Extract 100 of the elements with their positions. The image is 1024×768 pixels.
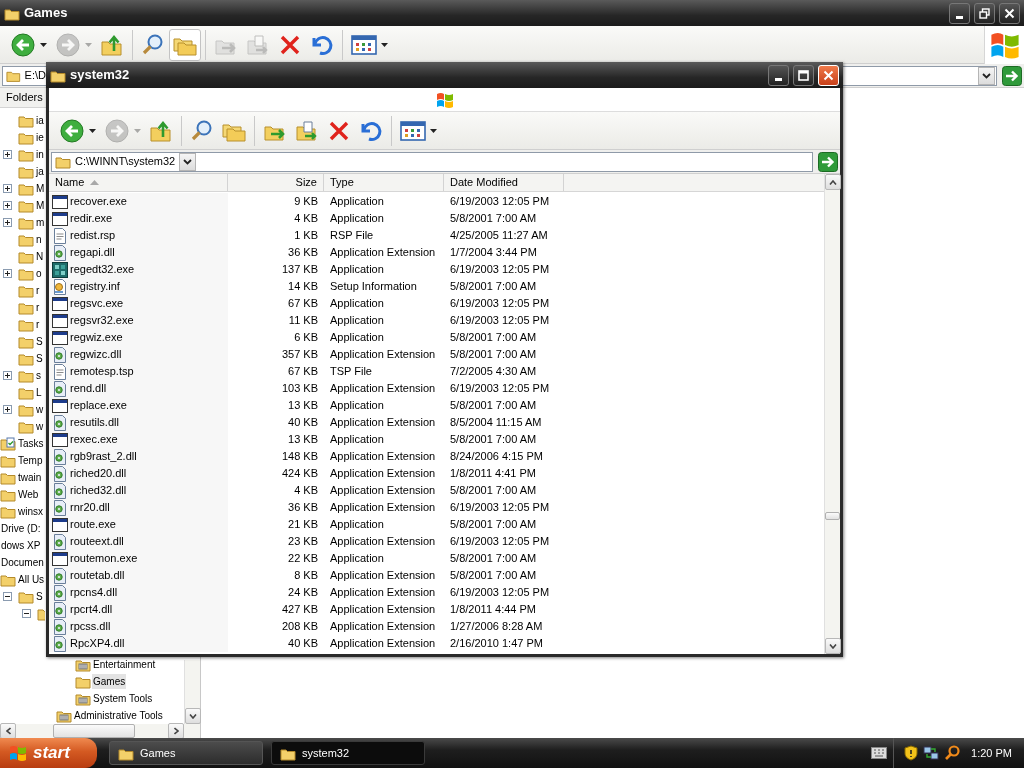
views-icon: [400, 119, 426, 142]
scroll-right-button[interactable]: [168, 723, 184, 739]
go-button[interactable]: [1002, 65, 1022, 86]
dropdown-button[interactable]: [978, 66, 995, 85]
column-header[interactable]: Name: [49, 174, 228, 191]
expand-icon[interactable]: [3, 218, 12, 227]
gear-file-icon: [52, 533, 68, 550]
expand-icon[interactable]: [3, 371, 12, 380]
tree-item[interactable]: o: [35, 266, 43, 281]
address-field[interactable]: [843, 65, 997, 86]
tree-item[interactable]: ja: [35, 164, 45, 179]
search-icon: [190, 118, 214, 143]
expand-icon[interactable]: [3, 150, 12, 159]
tree-item[interactable]: r: [35, 283, 41, 298]
file-size: 24 KB: [287, 585, 319, 601]
tree-item[interactable]: Games: [92, 674, 127, 689]
tree-item[interactable]: System Tools: [92, 691, 154, 706]
tree-item[interactable]: w: [35, 402, 45, 417]
collapse-icon[interactable]: [22, 609, 31, 618]
tree-item[interactable]: Tasks: [17, 436, 45, 451]
tree-item[interactable]: All Us: [17, 572, 46, 587]
date-modified: 5/8/2001 7:00 AM: [449, 347, 538, 363]
search-icon[interactable]: [944, 745, 961, 761]
taskbar-button[interactable]: Games: [109, 741, 263, 765]
date-modified: 6/19/2003 12:05 PM: [449, 500, 551, 516]
tree-item[interactable]: Temp: [17, 453, 44, 468]
scroll-down-button[interactable]: [825, 638, 841, 654]
taskbar-button[interactable]: system32: [271, 741, 425, 765]
file-type: Application Extension: [329, 466, 437, 482]
tree-item[interactable]: winsx: [17, 504, 44, 519]
gear-file-icon: [52, 618, 68, 635]
scroll-up-button[interactable]: [825, 174, 841, 190]
folder-icon: [18, 266, 34, 281]
maximize-button[interactable]: [793, 64, 814, 86]
column-header[interactable]: Type: [324, 174, 444, 191]
gear-file-icon: [52, 635, 68, 652]
tree-item[interactable]: S: [35, 589, 44, 604]
minimize-button[interactable]: [949, 2, 970, 24]
tree-item[interactable]: S: [35, 351, 44, 366]
scroll-thumb[interactable]: [825, 512, 840, 520]
shield-icon[interactable]: [904, 745, 919, 761]
tree-item[interactable]: w: [35, 419, 45, 434]
tree-item[interactable]: Drive (D:: [0, 521, 42, 536]
scroll-left-button[interactable]: [0, 723, 16, 739]
file-type: Application: [329, 296, 385, 312]
folder-icon: [0, 453, 16, 468]
network-icon[interactable]: [923, 745, 940, 761]
go-button[interactable]: [818, 151, 838, 172]
tree-item[interactable]: r: [35, 300, 41, 315]
expand-icon[interactable]: [3, 201, 12, 210]
tree-item[interactable]: m: [35, 215, 46, 230]
dropdown-button[interactable]: [179, 152, 197, 171]
tree-item[interactable]: twain: [17, 470, 43, 485]
file-type: Application Extension: [329, 568, 437, 584]
folder-icon: [18, 351, 34, 366]
folder-icon: [18, 385, 34, 400]
file-type: TSP File: [329, 364, 373, 380]
collapse-icon[interactable]: [3, 592, 12, 601]
vertical-scrollbar[interactable]: [824, 174, 840, 654]
close-button[interactable]: [999, 2, 1020, 24]
minimize-button[interactable]: [768, 64, 789, 86]
tree-item[interactable]: Entertainment: [92, 657, 157, 672]
address-field[interactable]: E:\D: [2, 65, 46, 86]
file-size: 4 KB: [293, 211, 319, 227]
tree-item[interactable]: M: [35, 181, 46, 196]
tree-item[interactable]: L: [35, 385, 43, 400]
scroll-down-button[interactable]: [185, 708, 201, 724]
tree-item[interactable]: Web: [17, 487, 40, 502]
tree-item[interactable]: ie: [35, 130, 45, 145]
tree-item[interactable]: Documen: [0, 555, 45, 570]
cube-icon: [52, 261, 68, 278]
expand-icon[interactable]: [3, 269, 12, 278]
tree-item[interactable]: s: [35, 368, 42, 383]
tree-item[interactable]: in: [35, 147, 45, 162]
expand-icon[interactable]: [3, 405, 12, 414]
start-button[interactable]: start: [0, 738, 97, 768]
tree-item[interactable]: r: [35, 317, 41, 332]
folder-icon: [18, 300, 34, 315]
restore-button[interactable]: [974, 2, 995, 24]
expand-icon[interactable]: [3, 184, 12, 193]
folder-icon: [0, 572, 16, 587]
address-field[interactable]: C:\WINNT\system32: [51, 151, 813, 172]
file-type: Application: [329, 194, 385, 210]
horizontal-scrollbar[interactable]: [0, 724, 200, 738]
tree-item[interactable]: Administrative Tools: [73, 708, 164, 723]
vertical-scrollbar[interactable]: [184, 660, 200, 724]
column-header[interactable]: Size: [228, 174, 324, 191]
tree-item[interactable]: dows XP: [0, 538, 42, 553]
tree-item[interactable]: N: [35, 249, 45, 264]
tree-item[interactable]: ia: [35, 113, 45, 128]
folder-icon: [18, 198, 34, 213]
tree-item[interactable]: n: [35, 232, 43, 247]
folder-icon: [0, 504, 16, 519]
tree-item[interactable]: M: [35, 198, 46, 213]
file-size: 22 KB: [287, 551, 319, 567]
file-type: Application Extension: [329, 534, 437, 550]
keyboard-icon[interactable]: [871, 747, 888, 759]
tree-item[interactable]: S: [35, 334, 44, 349]
scroll-thumb[interactable]: [53, 724, 135, 738]
column-header[interactable]: Date Modified: [444, 174, 564, 191]
